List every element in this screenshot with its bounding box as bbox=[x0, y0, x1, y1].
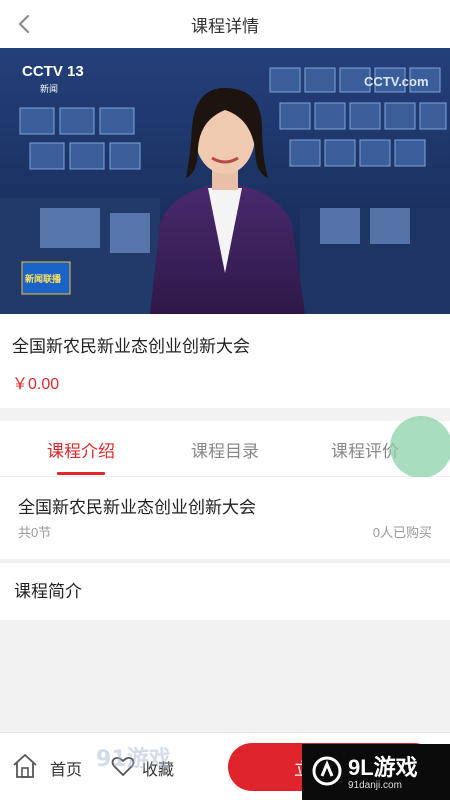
svg-text:CCTV 13: CCTV 13 bbox=[22, 63, 84, 80]
watermark-url: 91danji.com bbox=[348, 780, 402, 791]
touch-feedback-circle bbox=[390, 416, 450, 478]
home-label: 首页 bbox=[50, 762, 83, 779]
active-tab-indicator bbox=[57, 472, 105, 475]
tab-course-catalog[interactable]: 课程目录 bbox=[150, 421, 300, 477]
course-summary-card: 全国新农民新业态创业创新大会 共0节 0人已购买 bbox=[0, 477, 450, 559]
description-heading: 课程简介 bbox=[14, 582, 82, 601]
summary-title: 全国新农民新业态创业创新大会 bbox=[18, 498, 256, 517]
course-tabs: 课程介绍 课程目录 课程评价 bbox=[0, 421, 450, 477]
course-info-panel: 全国新农民新业态创业创新大会 ￥0.00 bbox=[0, 314, 450, 408]
lesson-count: 共0节 bbox=[18, 525, 52, 540]
svg-text:91游戏: 91游戏 bbox=[96, 746, 171, 772]
buyer-count: 0人已购买 bbox=[372, 525, 432, 540]
page-title: 课程详情 bbox=[191, 16, 259, 36]
watermark-brand: 9L游戏 bbox=[348, 755, 418, 780]
svg-text:新闻联播: 新闻联播 bbox=[25, 273, 62, 285]
top-nav-bar: 课程详情 bbox=[0, 0, 450, 48]
watermark-left: 91游戏 bbox=[96, 746, 171, 772]
course-description-card: 课程简介 bbox=[0, 562, 450, 620]
course-price: ￥0.00 bbox=[12, 376, 60, 393]
cctv-com-logo: CCTV.com bbox=[364, 74, 429, 89]
home-icon bbox=[10, 751, 40, 786]
course-video-player[interactable]: CCTV 13 新闻 CCTV.com 新闻联播 bbox=[0, 48, 450, 314]
xinwen-lianbo-logo: 新闻联播 bbox=[21, 261, 71, 295]
course-title: 全国新农民新业态创业创新大会 bbox=[12, 337, 250, 356]
watermark-logo-icon bbox=[312, 756, 342, 791]
back-arrow-icon[interactable] bbox=[10, 10, 38, 38]
tab-course-intro[interactable]: 课程介绍 bbox=[6, 421, 156, 477]
svg-text:新闻: 新闻 bbox=[40, 83, 58, 95]
watermark-right: 9L游戏 91danji.com bbox=[302, 744, 450, 800]
home-button[interactable]: 首页 bbox=[10, 751, 82, 785]
